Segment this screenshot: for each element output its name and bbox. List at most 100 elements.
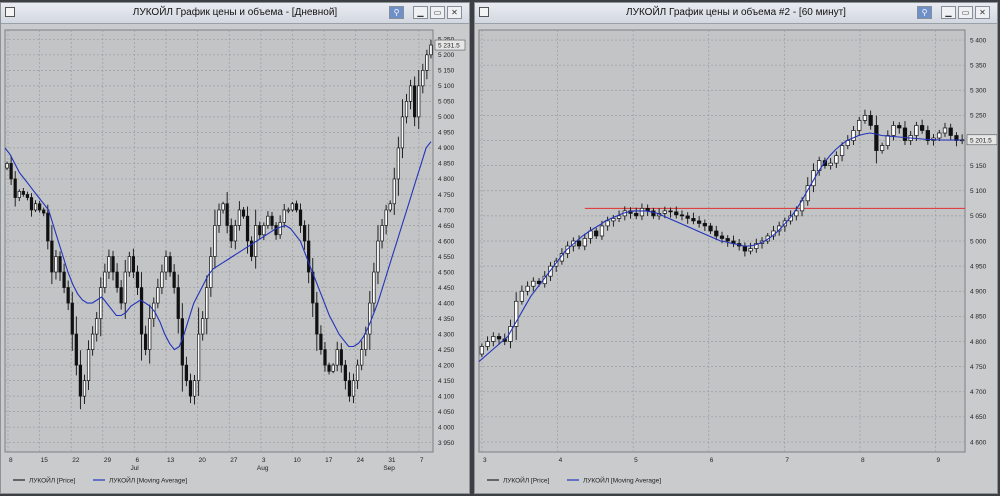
last-price-label: 5 201.5 — [970, 137, 992, 144]
candle-body — [351, 380, 356, 397]
candle-body — [266, 215, 270, 226]
candle-body — [396, 147, 400, 180]
candle-body — [372, 271, 376, 304]
y-tick-label: 4 100 — [438, 393, 455, 400]
candle-body — [388, 203, 392, 211]
candle-body — [127, 256, 131, 273]
candle-body — [879, 145, 885, 151]
candle-body — [851, 130, 856, 141]
x-tick-label: 31 — [388, 457, 396, 464]
candle-body — [347, 380, 352, 397]
candle-body — [611, 218, 616, 222]
candle-body — [95, 318, 99, 335]
x-tick-label: 24 — [357, 457, 365, 464]
candle-body — [937, 132, 942, 139]
y-tick-label: 5 000 — [438, 114, 455, 121]
candle-body — [91, 333, 95, 350]
candle-body — [384, 209, 388, 226]
y-tick-label: 4 750 — [970, 364, 987, 371]
candle-body — [491, 336, 496, 342]
y-tick-label: 5 150 — [970, 163, 987, 170]
y-tick-label: 4 150 — [438, 378, 455, 385]
y-tick-label: 5 350 — [970, 62, 987, 69]
y-tick-label: 5 150 — [438, 68, 455, 75]
y-tick-label: 3 950 — [438, 440, 455, 447]
candle-body — [262, 225, 266, 236]
minimize-button[interactable]: ▁ — [941, 6, 956, 19]
candle-body — [425, 54, 429, 71]
y-tick-label: 4 900 — [438, 145, 455, 152]
candle-body — [82, 380, 87, 397]
daily-window-titlebar[interactable]: ЛУКОЙЛ График цены и объема - [Дневной] … — [1, 3, 469, 24]
candle-body — [245, 215, 250, 242]
candle-body — [702, 223, 707, 227]
candle-body — [319, 333, 323, 350]
close-button[interactable]: ✕ — [975, 6, 990, 19]
candle-body — [355, 364, 360, 381]
candle-body — [66, 287, 70, 304]
candle-body — [742, 245, 747, 252]
candle-body — [368, 302, 372, 335]
candle-body — [17, 191, 21, 198]
y-tick-label: 5 100 — [438, 83, 455, 90]
legend-entry: ЛУКОЙЛ [Price] — [503, 475, 550, 484]
candle-body — [519, 290, 525, 302]
y-tick-label: 5 250 — [970, 113, 987, 120]
candle-body — [42, 209, 46, 214]
daily-chart-window: ЛУКОЙЛ График цены и объема - [Дневной] … — [0, 2, 470, 494]
candle-body — [697, 220, 702, 224]
minimize-button[interactable]: ▁ — [413, 6, 428, 19]
candle-body — [599, 225, 605, 237]
candle-body — [184, 364, 189, 381]
maximize-button[interactable]: ▭ — [430, 6, 445, 19]
candle-body — [679, 214, 685, 217]
candle-body — [634, 213, 639, 217]
candle-body — [408, 85, 413, 102]
y-tick-label: 5 400 — [970, 37, 987, 44]
candle-body — [192, 380, 197, 397]
candle-body — [725, 238, 730, 242]
candle-body — [919, 125, 925, 131]
x-tick-label: 17 — [325, 457, 333, 464]
candle-body — [364, 333, 368, 350]
y-tick-label: 4 700 — [970, 389, 987, 396]
y-tick-label: 4 900 — [970, 289, 987, 296]
candle-body — [188, 380, 193, 397]
pin-icon[interactable]: ⚲ — [389, 6, 404, 19]
y-tick-label: 4 750 — [438, 192, 455, 199]
daily-price-chart[interactable]: 5 2505 2005 1505 1005 0505 0004 9504 900… — [1, 24, 469, 493]
candle-body — [139, 287, 144, 335]
y-tick-label: 4 000 — [438, 424, 455, 431]
candle-body — [685, 215, 690, 219]
hourly-chart-window: ЛУКОЙЛ График цены и объема #2 - [60 мин… — [474, 2, 998, 494]
close-button[interactable]: ✕ — [447, 6, 462, 19]
x-tick-label: 4 — [559, 457, 563, 464]
x-tick-label: 13 — [167, 457, 175, 464]
candle-body — [78, 364, 83, 397]
y-tick-label: 4 500 — [438, 269, 455, 276]
maximize-button[interactable]: ▭ — [958, 6, 973, 19]
candle-body — [241, 209, 246, 217]
month-label: Sep — [383, 465, 395, 472]
candle-body — [331, 364, 335, 372]
candle-body — [307, 240, 311, 273]
x-tick-label: 9 — [937, 457, 941, 464]
candle-body — [668, 210, 673, 213]
hourly-price-chart[interactable]: 5 4005 3505 3005 2505 2005 1505 1005 050… — [475, 24, 997, 493]
candle-body — [160, 271, 164, 288]
x-tick-label: 7 — [420, 457, 424, 464]
candle-body — [25, 194, 30, 198]
candle-body — [576, 240, 582, 247]
x-tick-label: 6 — [710, 457, 714, 464]
candle-body — [135, 271, 140, 288]
pin-icon[interactable]: ⚲ — [917, 6, 932, 19]
candle-body — [588, 230, 593, 239]
y-tick-label: 4 950 — [438, 130, 455, 137]
x-tick-label: 6 — [135, 457, 139, 464]
x-tick-label: 8 — [861, 457, 865, 464]
x-tick-label: 3 — [483, 457, 487, 464]
candle-body — [674, 211, 679, 216]
candle-body — [9, 163, 13, 180]
candle-body — [148, 318, 152, 350]
hourly-window-titlebar[interactable]: ЛУКОЙЛ График цены и объема #2 - [60 мин… — [475, 3, 997, 24]
